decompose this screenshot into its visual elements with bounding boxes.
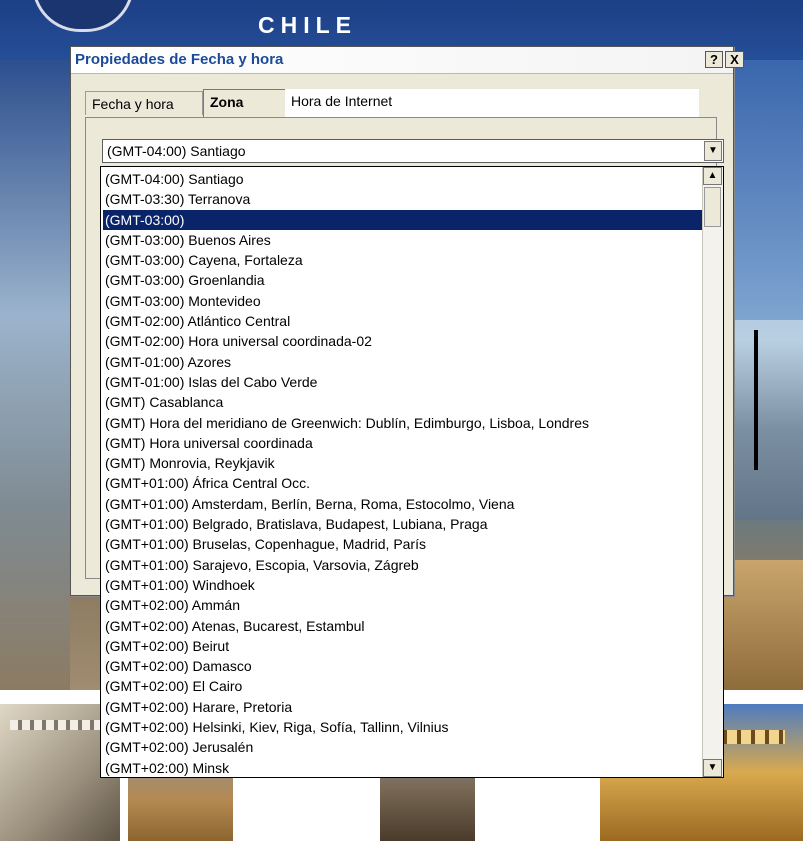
timezone-option[interactable]: (GMT+02:00) Jerusalén bbox=[103, 737, 705, 757]
timezone-option[interactable]: (GMT+02:00) El Cairo bbox=[103, 676, 705, 696]
timezone-option[interactable]: (GMT+02:00) Ammán bbox=[103, 595, 705, 615]
right-photo-strip bbox=[730, 60, 803, 320]
timezone-option[interactable]: (GMT) Hora universal coordinada bbox=[103, 433, 705, 453]
timezone-option[interactable]: (GMT-04:00) Santiago bbox=[103, 169, 705, 189]
timezone-select[interactable]: (GMT-04:00) Santiago ▼ bbox=[102, 139, 724, 163]
tab-internet-time[interactable]: Hora de Internet bbox=[285, 89, 699, 117]
tab-date-time[interactable]: Fecha y hora bbox=[85, 91, 203, 115]
timezone-options: (GMT-04:00) Santiago (GMT-03:30) Terranov… bbox=[103, 169, 705, 777]
scroll-thumb[interactable] bbox=[704, 187, 721, 227]
timezone-option[interactable]: (GMT+02:00) Minsk bbox=[103, 758, 705, 777]
timezone-select-value: (GMT-04:00) Santiago bbox=[107, 143, 246, 159]
timezone-option[interactable]: (GMT+01:00) Amsterdam, Berlín, Berna, Ro… bbox=[103, 494, 705, 514]
timezone-option[interactable]: (GMT-01:00) Islas del Cabo Verde bbox=[103, 372, 705, 392]
timezone-option[interactable]: (GMT-01:00) Azores bbox=[103, 352, 705, 372]
timezone-option[interactable]: (GMT+02:00) Damasco bbox=[103, 656, 705, 676]
timezone-dropdown-list[interactable]: (GMT-04:00) Santiago (GMT-03:30) Terranov… bbox=[100, 166, 724, 778]
photo-detail bbox=[10, 720, 110, 730]
timezone-option[interactable]: (GMT-03:00) Groenlandia bbox=[103, 270, 705, 290]
divider-line bbox=[754, 330, 758, 470]
scrollbar[interactable]: ▲ ▼ bbox=[702, 167, 723, 777]
timezone-option[interactable]: (GMT-03:00) Buenos Aires bbox=[103, 230, 705, 250]
left-photo-strip bbox=[0, 60, 70, 700]
dialog-title: Propiedades de Fecha y hora bbox=[75, 51, 284, 68]
timezone-option[interactable]: (GMT+02:00) Atenas, Bucarest, Estambul bbox=[103, 616, 705, 636]
timezone-option[interactable]: (GMT-03:00) bbox=[103, 209, 705, 230]
timezone-option[interactable]: (GMT+01:00) África Central Occ. bbox=[103, 473, 705, 493]
timezone-option[interactable]: (GMT+02:00) Harare, Pretoria bbox=[103, 697, 705, 717]
timezone-option[interactable]: (GMT+02:00) Beirut bbox=[103, 636, 705, 656]
timezone-option[interactable]: (GMT+01:00) Belgrado, Bratislava, Budape… bbox=[103, 514, 705, 534]
tab-time-zone[interactable]: Zona horaria bbox=[203, 89, 289, 134]
timezone-option[interactable]: (GMT+01:00) Bruselas, Copenhague, Madrid… bbox=[103, 534, 705, 554]
title-bar[interactable]: Propiedades de Fecha y hora ? X bbox=[71, 47, 744, 74]
brand-text: CHILE bbox=[258, 12, 357, 38]
help-button[interactable]: ? bbox=[705, 51, 723, 68]
scroll-up-icon[interactable]: ▲ bbox=[703, 167, 722, 185]
timezone-option[interactable]: (GMT+01:00) Sarajevo, Escopia, Varsovia,… bbox=[103, 555, 705, 575]
timezone-option[interactable]: (GMT) Monrovia, Reykjavik bbox=[103, 453, 705, 473]
timezone-option[interactable]: (GMT) Casablanca bbox=[103, 392, 705, 412]
timezone-option[interactable]: (GMT-03:00) Cayena, Fortaleza bbox=[103, 250, 705, 270]
timezone-option[interactable]: (GMT) Hora del meridiano de Greenwich: D… bbox=[103, 413, 705, 433]
timezone-option[interactable]: (GMT-03:00) Montevideo bbox=[103, 291, 705, 311]
close-button[interactable]: X bbox=[725, 51, 744, 68]
timezone-option[interactable]: (GMT+01:00) Windhoek bbox=[103, 575, 705, 595]
chevron-down-icon[interactable]: ▼ bbox=[704, 141, 722, 161]
scroll-down-icon[interactable]: ▼ bbox=[703, 759, 722, 777]
timezone-option[interactable]: (GMT-03:30) Terranova bbox=[103, 189, 705, 209]
timezone-option[interactable]: (GMT+02:00) Helsinki, Kiev, Riga, Sofía,… bbox=[103, 717, 705, 737]
timezone-option[interactable]: (GMT-02:00) Atlántico Central bbox=[103, 311, 705, 331]
timezone-option[interactable]: (GMT-02:00) Hora universal coordinada-02 bbox=[103, 331, 705, 351]
